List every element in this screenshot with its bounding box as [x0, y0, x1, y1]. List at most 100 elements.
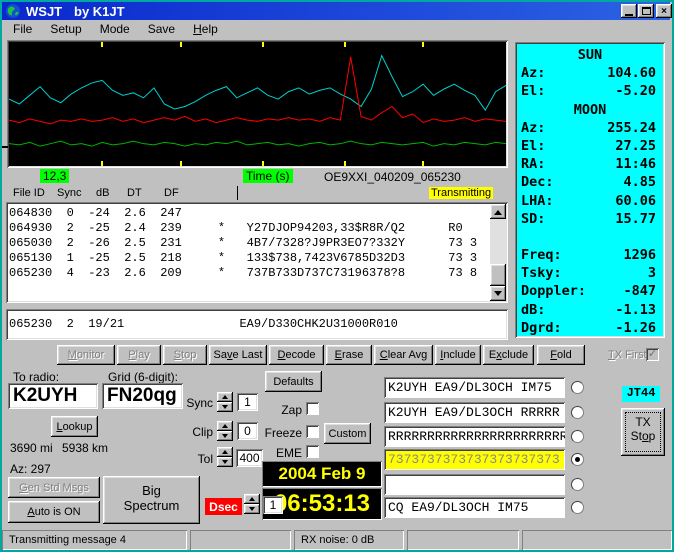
- message-field[interactable]: RRRRRRRRRRRRRRRRRRRRRRR: [384, 426, 565, 447]
- message-field[interactable]: K2UYH EA9/DL3OCH RRRRR: [384, 402, 565, 423]
- moon-el: 27.25: [615, 137, 656, 154]
- menu-setup[interactable]: Setup: [41, 20, 90, 38]
- menu-mode[interactable]: Mode: [91, 20, 139, 38]
- stop-button[interactable]: Stop: [163, 345, 207, 365]
- moon-ra: 11:46: [615, 156, 656, 173]
- status-rx-noise: RX noise: 0 dB: [294, 530, 404, 550]
- scroll-up-button[interactable]: [490, 204, 506, 219]
- col-sync: Sync: [57, 187, 82, 199]
- clear-avg-button[interactable]: Clear Avg: [374, 345, 433, 365]
- maximize-button[interactable]: [638, 4, 654, 18]
- tx-first-label: TX First: [608, 349, 647, 361]
- monitor-button[interactable]: Monitor: [57, 345, 115, 365]
- recording-file-label: OE9XXI_040209_065230: [324, 170, 461, 184]
- menu-bar: File Setup Mode Save Help: [2, 20, 670, 38]
- save-last-button[interactable]: Sa v e Last: [209, 345, 267, 365]
- status-panel-2: [190, 530, 291, 550]
- scroll-down-button[interactable]: [490, 286, 506, 301]
- app-globe-icon: [6, 4, 20, 21]
- dgrd-value: -1.26: [615, 319, 656, 336]
- decode-row: 064930 2 -25 2.4 239 * Y27DJOP94203,33$R…: [9, 221, 463, 235]
- window-subtitle: by K1JT: [74, 4, 125, 19]
- spin-up-icon[interactable]: [244, 494, 260, 504]
- spin-down-icon[interactable]: [244, 504, 260, 514]
- clip-stepper[interactable]: [217, 421, 233, 441]
- mode-badge: JT44: [622, 386, 660, 402]
- astro-panel: SUN Az: 104.60 El: -5.20 MOON Az: 255.24 El…: [515, 42, 665, 338]
- message-field[interactable]: CQ EA9/DL3OCH IM75: [384, 497, 565, 518]
- tol-stepper[interactable]: [217, 447, 233, 467]
- dsec-stepper[interactable]: [244, 494, 260, 514]
- freeze-checkbox[interactable]: [306, 425, 319, 438]
- sun-el: -5.20: [615, 83, 656, 100]
- maximize-icon: [641, 7, 651, 15]
- title-bar: WSJT by K1JT ×: [2, 2, 672, 21]
- distance-km: 5938 km: [62, 441, 109, 455]
- sync-stepper[interactable]: [217, 392, 233, 412]
- moon-header: MOON: [573, 101, 607, 118]
- time-tick: [100, 161, 103, 166]
- message-field[interactable]: K2UYH EA9/DL3OCH IM75: [384, 377, 565, 398]
- menu-save[interactable]: Save: [139, 20, 184, 38]
- decoded-text-box[interactable]: 064830 0 -24 2.6 247 064930 2 -25 2.4 23…: [6, 202, 508, 303]
- custom-button[interactable]: Custom: [324, 423, 371, 444]
- message-field[interactable]: [384, 474, 565, 495]
- graph-plot-area: [9, 42, 506, 166]
- message-radio[interactable]: [571, 453, 584, 466]
- eme-checkbox[interactable]: [306, 445, 319, 458]
- moon-lha: 60.06: [615, 192, 656, 209]
- tx-stop-button[interactable]: TX Stop: [621, 408, 665, 456]
- spin-up-icon[interactable]: [217, 447, 233, 457]
- close-button[interactable]: ×: [656, 4, 672, 18]
- time-tick: [180, 161, 183, 166]
- time-tick: [421, 42, 424, 47]
- tx-first-checkbox[interactable]: [646, 348, 659, 361]
- defaults-button[interactable]: Defaults: [265, 371, 322, 392]
- col-file-id: File ID: [13, 187, 45, 199]
- grid-label: Grid (6-digit):: [108, 370, 179, 384]
- tol-label: Tol: [197, 452, 213, 466]
- arrow-up-icon: [494, 206, 502, 215]
- include-button[interactable]: Include: [435, 345, 481, 365]
- message-radio[interactable]: [571, 478, 584, 491]
- to-radio-input[interactable]: [8, 383, 98, 409]
- big-spectrum-button[interactable]: Big Spectrum: [103, 476, 200, 524]
- menu-help[interactable]: Help: [184, 20, 227, 38]
- moon-dec: 4.85: [623, 174, 656, 191]
- decode-button[interactable]: Decode: [269, 345, 324, 365]
- average-line: 065230 2 19/21 EA9/D330CHK2U31000R010: [9, 317, 398, 331]
- azimuth-label: Az: 297: [10, 462, 51, 476]
- wsjt-window: WSJT by K1JT × File Setup Mode Save Help…: [0, 0, 674, 552]
- spectrum-graph: [7, 40, 508, 168]
- fold-button[interactable]: Fold: [537, 345, 585, 365]
- dsec-value[interactable]: 1: [263, 496, 283, 514]
- minimize-icon: [625, 13, 633, 16]
- lookup-button[interactable]: Lookup: [51, 416, 98, 437]
- exclude-button[interactable]: Ex clude: [483, 345, 534, 365]
- col-df: DF: [164, 187, 179, 199]
- spin-down-icon[interactable]: [217, 431, 233, 441]
- erase-button[interactable]: Erase: [326, 345, 372, 365]
- time-tick: [421, 161, 424, 166]
- message-field[interactable]: 7373737373737373737373: [384, 449, 565, 470]
- gen-std-msgs-button[interactable]: Gen Std Msgs: [8, 477, 100, 498]
- spin-up-icon[interactable]: [217, 392, 233, 402]
- message-radio[interactable]: [571, 406, 584, 419]
- zap-checkbox[interactable]: [306, 402, 319, 415]
- spin-down-icon[interactable]: [217, 402, 233, 412]
- menu-file[interactable]: File: [4, 20, 41, 38]
- spin-up-icon[interactable]: [217, 421, 233, 431]
- minimize-button[interactable]: [621, 4, 637, 18]
- average-text-box[interactable]: 065230 2 19/21 EA9/D330CHK2U31000R010: [6, 309, 508, 340]
- message-radio[interactable]: [571, 501, 584, 514]
- decode-scrollbar[interactable]: [490, 204, 506, 301]
- message-radio[interactable]: [571, 430, 584, 443]
- play-button[interactable]: Play: [117, 345, 161, 365]
- moon-sd: 15.77: [615, 210, 656, 227]
- scrollbar-thumb[interactable]: [490, 264, 506, 286]
- clip-label: Clip: [192, 425, 213, 439]
- message-radio[interactable]: [571, 381, 584, 394]
- eme-label: EME: [275, 446, 302, 460]
- spin-down-icon[interactable]: [217, 457, 233, 467]
- auto-toggle-button[interactable]: Auto is ON: [8, 501, 100, 523]
